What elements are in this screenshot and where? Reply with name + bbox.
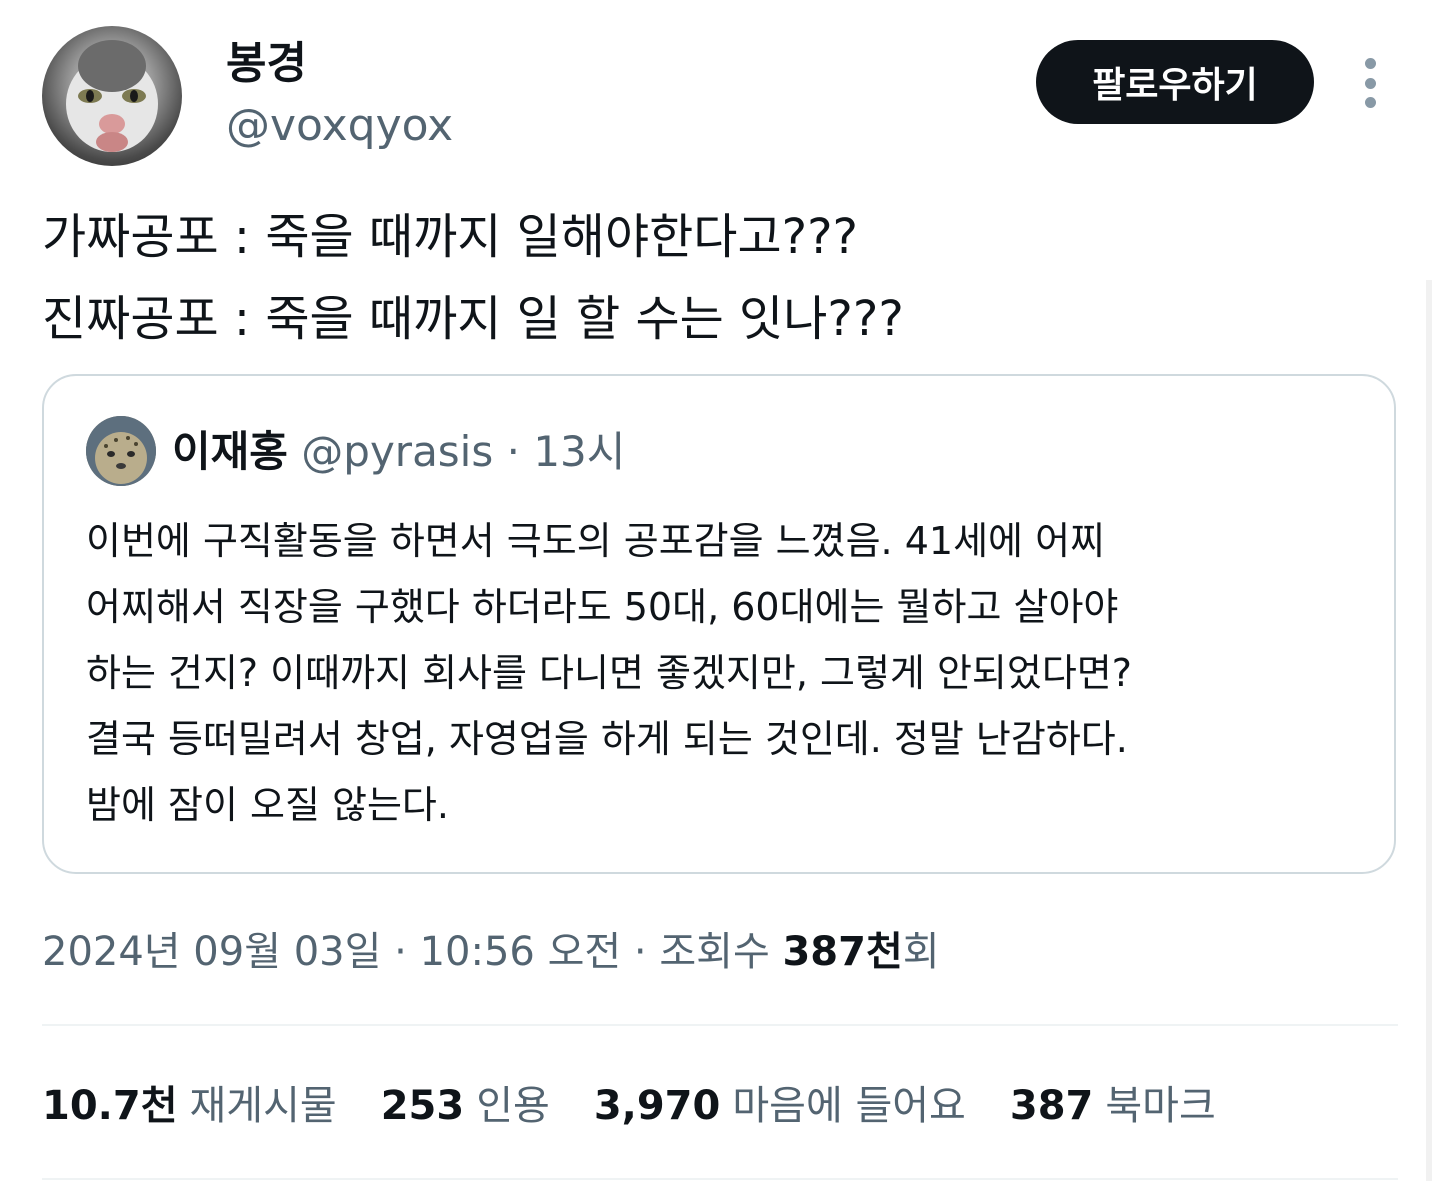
- tweet-text: 가짜공포 : 죽을 때까지 일해야한다고??? 진짜공포 : 죽을 때까지 일 …: [42, 196, 1382, 360]
- views-label: 조회수: [659, 929, 770, 975]
- stat-count: 387: [1009, 1083, 1094, 1129]
- author-handle[interactable]: @voxqyox: [226, 98, 453, 154]
- quoted-separator: ·: [506, 427, 520, 476]
- quoted-tweet-header: 이재홍 @pyrasis · 13시: [172, 424, 625, 480]
- stat-likes[interactable]: 3,970 마음에 들어요: [594, 1076, 966, 1136]
- stat-count: 3,970: [593, 1083, 721, 1129]
- views-suffix: 회: [902, 929, 940, 975]
- quoted-line: 이번에 구직활동을 하면서 극도의 공포감을 느꼈음. 41세에 어찌: [86, 519, 1105, 563]
- more-vertical-icon[interactable]: [1352, 58, 1388, 108]
- stat-label: 마음에 들어요: [732, 1083, 966, 1129]
- cheetah-cub-avatar-icon: [86, 416, 156, 486]
- author-avatar[interactable]: [42, 26, 182, 166]
- tweet-time[interactable]: 10:56 오전: [420, 929, 622, 975]
- stat-label: 인용: [476, 1083, 550, 1129]
- quoted-line: 어찌해서 직장을 구했다 하더라도 50대, 60대에는 뭘하고 살아야: [86, 585, 1119, 629]
- more-dot: [1364, 77, 1376, 89]
- views-count: 387천: [782, 929, 903, 975]
- tweet-line: 가짜공포 : 죽을 때까지 일해야한다고???: [42, 209, 859, 265]
- quoted-tweet-text: 이번에 구직활동을 하면서 극도의 공포감을 느꼈음. 41세에 어찌 어찌해서…: [86, 508, 1376, 838]
- stat-label: 재게시물: [189, 1083, 337, 1129]
- cat-avatar-icon: [66, 40, 158, 152]
- tweet-line: 진짜공포 : 죽을 때까지 일 할 수는 잇나???: [42, 291, 904, 347]
- engagement-stats: 10.7천 재게시물 253 인용 3,970 마음에 들어요 387 북마크: [42, 1076, 1260, 1136]
- stat-label: 북마크: [1105, 1083, 1216, 1129]
- stat-reposts[interactable]: 10.7천 재게시물: [42, 1076, 337, 1136]
- quoted-line: 하는 건지? 이때까지 회사를 다니면 좋겠지만, 그렇게 안되었다면?: [86, 651, 1132, 695]
- quoted-line: 밤에 잠이 오질 않는다.: [86, 783, 449, 827]
- quoted-tweet-card[interactable]: 이재홍 @pyrasis · 13시 이번에 구직활동을 하면서 극도의 공포감…: [42, 374, 1396, 874]
- stat-bookmarks[interactable]: 387 북마크: [1010, 1076, 1216, 1136]
- divider: [42, 1178, 1398, 1180]
- quoted-author-handle: @pyrasis: [301, 427, 494, 476]
- stat-quotes[interactable]: 253 인용: [381, 1076, 550, 1136]
- quoted-author-name: 이재홍: [172, 427, 288, 476]
- more-dot: [1364, 97, 1376, 108]
- quoted-author-avatar: [86, 416, 156, 486]
- scrollbar[interactable]: [1426, 280, 1432, 1181]
- more-dot: [1364, 58, 1376, 69]
- follow-button[interactable]: 팔로우하기: [1036, 40, 1314, 124]
- stat-count: 253: [380, 1083, 465, 1129]
- stat-count: 10.7천: [42, 1083, 178, 1129]
- divider: [42, 1024, 1398, 1026]
- author-display-name[interactable]: 봉경: [226, 34, 307, 94]
- quoted-timestamp: 13시: [533, 427, 626, 476]
- meta-separator: ·: [394, 929, 407, 975]
- tweet-meta: 2024년 09월 03일 · 10:56 오전 · 조회수 387천회: [42, 920, 940, 984]
- quoted-line: 결국 등떠밀려서 창업, 자영업을 하게 되는 것인데. 정말 난감하다.: [86, 717, 1128, 761]
- tweet-date[interactable]: 2024년 09월 03일: [42, 929, 381, 975]
- meta-separator: ·: [633, 929, 647, 975]
